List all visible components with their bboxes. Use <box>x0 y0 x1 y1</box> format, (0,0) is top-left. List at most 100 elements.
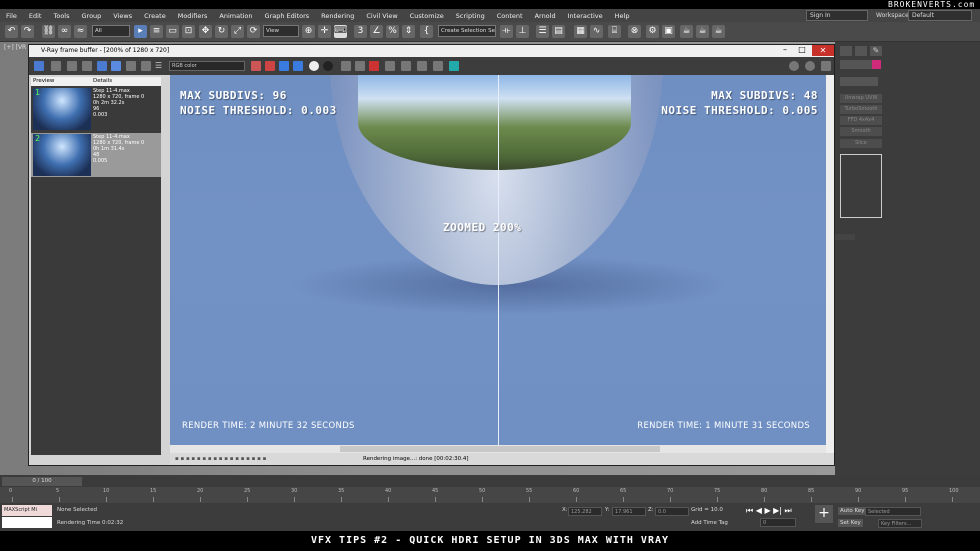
window-crossing-icon[interactable]: ⊡ <box>182 25 195 38</box>
snaps-toggle-icon[interactable]: 3 <box>354 25 367 38</box>
set-b-icon[interactable] <box>141 61 151 71</box>
pivot-center-icon[interactable]: ⊕ <box>302 25 315 38</box>
create-tab-icon[interactable] <box>840 46 852 56</box>
rendered-frame-window-icon[interactable]: ▣ <box>662 25 675 38</box>
set-a-icon[interactable] <box>126 61 136 71</box>
maxscript-input[interactable] <box>2 517 52 528</box>
mono-icon[interactable] <box>323 61 333 71</box>
set-key-icon[interactable]: + <box>815 505 833 523</box>
modifier-button-smooth[interactable]: Smooth <box>840 127 882 136</box>
menu-item-create[interactable]: Create <box>138 12 172 20</box>
set-key-button[interactable]: Set Key <box>838 519 863 527</box>
track-mouse-icon[interactable] <box>341 61 351 71</box>
key-mode-dropdown[interactable]: Selected <box>865 507 921 516</box>
track-bar[interactable]: 0 5 10 15 20 25 30 35 40 45 50 55 60 65 70 75 80 85 90 95 10… <box>0 487 980 503</box>
maxscript-listener[interactable]: MAXScript Mi <box>2 505 52 516</box>
angle-snap-icon[interactable]: ∠ <box>370 25 383 38</box>
pixel-info-icon[interactable] <box>805 61 815 71</box>
blue-channel-icon[interactable] <box>293 61 303 71</box>
modifier-list-dropdown[interactable] <box>840 77 878 86</box>
menu-item-arnold[interactable]: Arnold <box>529 12 562 20</box>
keyboard-shortcut-override-icon[interactable]: ⌨ <box>334 25 347 38</box>
alpha-channel-icon[interactable] <box>309 61 319 71</box>
modifier-stack[interactable] <box>840 154 882 218</box>
move-icon[interactable]: ✥ <box>199 25 212 38</box>
save-image-icon[interactable] <box>51 61 61 71</box>
compare-ab-icon[interactable] <box>97 61 107 71</box>
select-object-icon[interactable]: ▸ <box>134 25 147 38</box>
preview-column-header[interactable]: Preview <box>33 78 54 84</box>
menu-item-interactive[interactable]: Interactive <box>562 12 609 20</box>
select-by-name-icon[interactable]: ≡ <box>150 25 163 38</box>
render-setup-icon[interactable]: ⚙ <box>646 25 659 38</box>
utilities-tab-icon[interactable]: ✎ <box>870 46 882 56</box>
link-icon[interactable]: ⛓ <box>42 25 55 38</box>
render-icon[interactable] <box>385 61 395 71</box>
menu-item-customize[interactable]: Customize <box>404 12 450 20</box>
menu-item-scripting[interactable]: Scripting <box>450 12 491 20</box>
toggle-layer-explorer-icon[interactable]: ▤ <box>552 25 565 38</box>
details-column-header[interactable]: Details <box>93 78 112 84</box>
placement-icon[interactable]: ⟳ <box>247 25 260 38</box>
rotate-icon[interactable]: ↻ <box>215 25 228 38</box>
load-image-icon[interactable] <box>82 61 92 71</box>
horizontal-scrollbar[interactable] <box>170 445 826 453</box>
playback-controls[interactable]: ⏮ ◀ ▶ ▶| ⏭ <box>746 506 792 516</box>
menu-item-help[interactable]: Help <box>609 12 636 20</box>
pin-stack-icon[interactable] <box>835 234 855 240</box>
schematic-view-icon[interactable]: ⌸ <box>608 25 621 38</box>
toolbar-overflow-icon[interactable] <box>821 61 831 71</box>
clear-image-icon[interactable] <box>417 61 427 71</box>
spinner-snap-icon[interactable]: ⇕ <box>402 25 415 38</box>
z-coordinate-field[interactable]: 0.0 <box>655 507 689 516</box>
menu-item-civil-view[interactable]: Civil View <box>360 12 403 20</box>
selection-filter-dropdown[interactable]: All <box>92 25 130 37</box>
vertical-scrollbar[interactable] <box>826 75 834 453</box>
menu-item-content[interactable]: Content <box>491 12 529 20</box>
modifier-button-ffd[interactable]: FFD 4x4x4 <box>840 116 882 125</box>
lens-effects-icon[interactable] <box>433 61 443 71</box>
unlink-icon[interactable]: ∞ <box>58 25 71 38</box>
link-to-renderer-icon[interactable] <box>401 61 411 71</box>
key-filters-button[interactable]: Key Filters... <box>878 519 922 528</box>
history-toggle-icon[interactable] <box>34 61 44 71</box>
x-coordinate-field[interactable]: 125.282 <box>568 507 602 516</box>
rect-region-icon[interactable]: ▭ <box>166 25 179 38</box>
time-slider[interactable]: 0 / 100 <box>2 477 82 486</box>
render-canvas[interactable]: MAX SUBDIVS: 96 NOISE THRESHOLD: 0.003 M… <box>170 75 826 453</box>
render-iterative-icon[interactable]: ☕ <box>696 25 709 38</box>
history-item[interactable]: 1 Step 11-4.max 1280 x 720, frame 0 0h 2… <box>31 87 161 131</box>
viewport-label[interactable]: [+] [VR <box>4 44 26 51</box>
workspaces-dropdown[interactable]: Default <box>908 10 972 21</box>
scale-icon[interactable]: ⤢ <box>231 25 244 38</box>
mirror-icon[interactable]: ⟛ <box>500 25 513 38</box>
menu-icon[interactable]: ☰ <box>155 61 165 71</box>
modifier-button-slice[interactable]: Slice <box>840 139 882 148</box>
menu-item-views[interactable]: Views <box>107 12 138 20</box>
object-color-swatch[interactable] <box>872 60 881 69</box>
color-corrections-icon[interactable] <box>251 61 261 71</box>
current-frame-field[interactable]: 0 <box>760 518 796 527</box>
material-editor-icon[interactable]: ⊗ <box>628 25 641 38</box>
horizontal-scroll-thumb[interactable] <box>340 446 660 452</box>
ab-compare-divider[interactable] <box>498 75 499 453</box>
y-coordinate-field[interactable]: 17.961 <box>612 507 646 516</box>
render-activeshade-icon[interactable]: ☕ <box>712 25 725 38</box>
redo-icon[interactable]: ↷ <box>21 25 34 38</box>
sign-in-dropdown[interactable]: Sign In <box>806 10 868 21</box>
green-channel-icon[interactable] <box>279 61 289 71</box>
menu-item-rendering[interactable]: Rendering <box>315 12 360 20</box>
show-corrections-icon[interactable] <box>789 61 799 71</box>
stamp-icon[interactable] <box>449 61 459 71</box>
edit-named-selection-icon[interactable]: { <box>420 25 433 38</box>
undo-icon[interactable]: ↶ <box>5 25 18 38</box>
menu-item-tools[interactable]: Tools <box>47 12 75 20</box>
align-icon[interactable]: ⊥ <box>516 25 529 38</box>
menu-item-group[interactable]: Group <box>76 12 108 20</box>
auto-key-button[interactable]: Auto Key <box>838 507 867 515</box>
modify-tab-icon[interactable] <box>855 46 867 56</box>
menu-item-graph-editors[interactable]: Graph Editors <box>259 12 316 20</box>
reference-coordinate-dropdown[interactable]: View <box>263 25 299 37</box>
red-channel-icon[interactable] <box>265 61 275 71</box>
toggle-ribbon-icon[interactable]: ▦ <box>574 25 587 38</box>
